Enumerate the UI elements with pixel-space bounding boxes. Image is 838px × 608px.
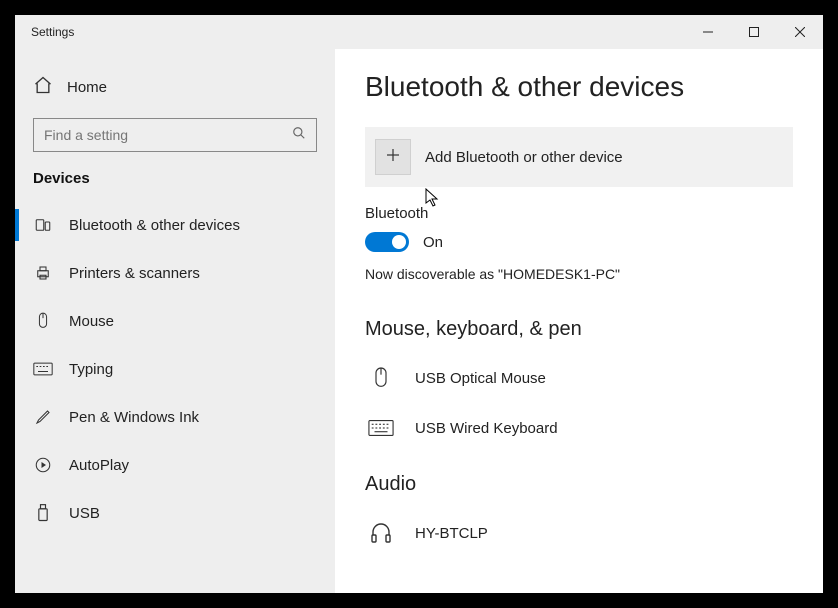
devices-icon	[33, 215, 53, 235]
device-row[interactable]: USB Optical Mouse	[365, 353, 793, 403]
nav-typing[interactable]: Typing	[15, 345, 335, 393]
bluetooth-toggle[interactable]	[365, 232, 409, 252]
close-button[interactable]	[777, 15, 823, 49]
search-wrap	[15, 118, 335, 170]
bluetooth-section-label: Bluetooth	[365, 205, 793, 222]
bluetooth-toggle-row: On	[365, 232, 793, 252]
toggle-knob	[392, 235, 406, 249]
device-label: USB Optical Mouse	[415, 370, 546, 387]
group-title-audio: Audio	[365, 473, 793, 496]
nav-label: Typing	[69, 361, 113, 378]
nav-label: AutoPlay	[69, 457, 129, 474]
category-title: Devices	[15, 170, 335, 201]
sidebar: Home Devices Bluetooth & other devices	[15, 49, 335, 593]
home-label: Home	[67, 79, 107, 96]
add-device-row[interactable]: Add Bluetooth or other device	[365, 127, 793, 187]
nav-label: Bluetooth & other devices	[69, 217, 240, 234]
nav-autoplay[interactable]: AutoPlay	[15, 441, 335, 489]
toggle-state-label: On	[423, 234, 443, 251]
nav-mouse[interactable]: Mouse	[15, 297, 335, 345]
group-title-mouse-keyboard-pen: Mouse, keyboard, & pen	[365, 318, 793, 341]
minimize-icon	[703, 27, 713, 37]
keyboard-icon	[33, 359, 53, 379]
printer-icon	[33, 263, 53, 283]
pen-icon	[33, 407, 53, 427]
spacer	[365, 453, 793, 473]
page-title: Bluetooth & other devices	[365, 71, 793, 103]
nav-label: Printers & scanners	[69, 265, 200, 282]
home-nav[interactable]: Home	[15, 67, 335, 118]
usb-icon	[33, 503, 53, 523]
plus-icon	[384, 146, 402, 169]
add-device-button[interactable]	[375, 139, 411, 175]
mouse-icon	[365, 365, 397, 391]
search-icon	[292, 126, 306, 145]
nav-usb[interactable]: USB	[15, 489, 335, 537]
add-device-label: Add Bluetooth or other device	[425, 149, 623, 166]
app-title: Settings	[15, 25, 685, 39]
window-controls	[685, 15, 823, 49]
nav-bluetooth-devices[interactable]: Bluetooth & other devices	[15, 201, 335, 249]
nav-pen-ink[interactable]: Pen & Windows Ink	[15, 393, 335, 441]
discoverable-text: Now discoverable as "HOMEDESK1-PC"	[365, 266, 793, 282]
maximize-icon	[749, 27, 759, 37]
settings-window: Settings Home	[15, 15, 823, 593]
nav-printers-scanners[interactable]: Printers & scanners	[15, 249, 335, 297]
nav-label: Pen & Windows Ink	[69, 409, 199, 426]
headphones-icon	[365, 521, 397, 545]
titlebar: Settings	[15, 15, 823, 49]
window-body: Home Devices Bluetooth & other devices	[15, 49, 823, 593]
device-row[interactable]: USB Wired Keyboard	[365, 403, 793, 453]
device-label: USB Wired Keyboard	[415, 420, 558, 437]
mouse-icon	[33, 311, 53, 331]
maximize-button[interactable]	[731, 15, 777, 49]
device-row[interactable]: HY-BTCLP	[365, 508, 793, 558]
home-icon	[33, 75, 53, 100]
search-box[interactable]	[33, 118, 317, 152]
search-input[interactable]	[44, 127, 292, 143]
keyboard-icon	[365, 419, 397, 437]
close-icon	[795, 27, 805, 37]
main-content: Bluetooth & other devices Add Bluetooth …	[335, 49, 823, 593]
nav-list: Bluetooth & other devices Printers & sca…	[15, 201, 335, 537]
device-label: HY-BTCLP	[415, 525, 488, 542]
autoplay-icon	[33, 455, 53, 475]
nav-label: Mouse	[69, 313, 114, 330]
nav-label: USB	[69, 505, 100, 522]
minimize-button[interactable]	[685, 15, 731, 49]
